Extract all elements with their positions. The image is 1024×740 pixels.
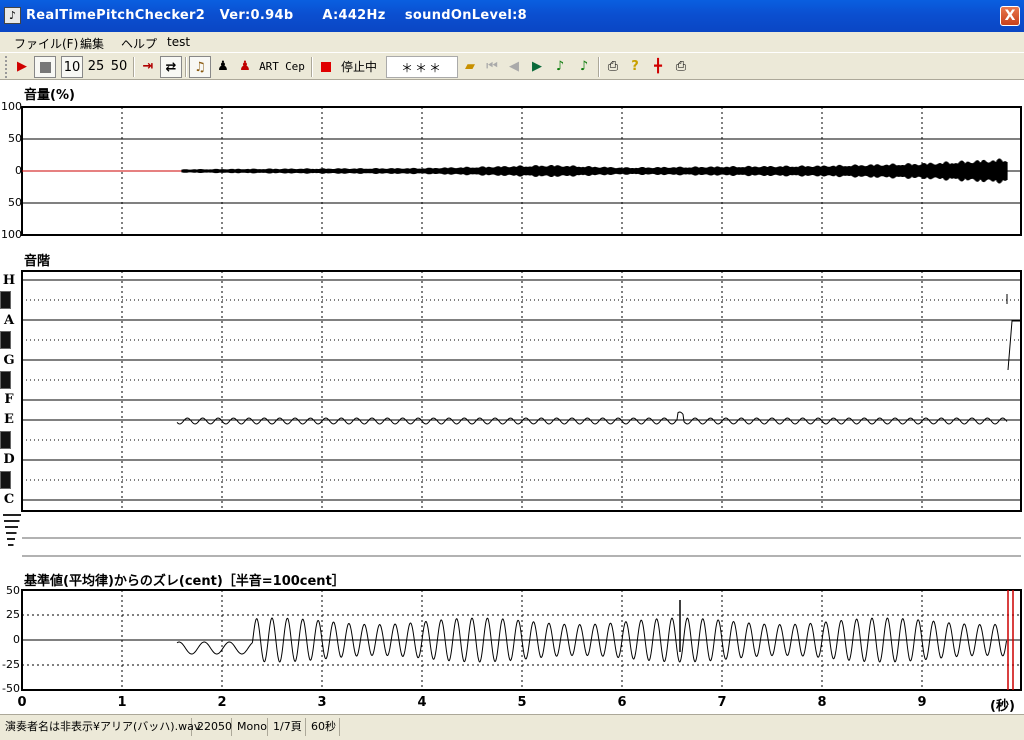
lane-marker [7,538,15,540]
x-tick: 1 [117,695,127,710]
x-tick: 0 [17,695,27,710]
x-tick: 6 [617,695,627,710]
x-tick: 3 [317,695,327,710]
x-tick: 8 [817,695,827,710]
lane-marker [8,544,14,546]
x-tick: 4 [417,695,427,710]
status-file: 演奏者名は非表示¥アリア(バッハ).wav [2,718,200,736]
lane-marker [3,514,21,516]
x-tick: 2 [217,695,227,710]
lane-marker [6,532,17,534]
status-channels: Mono [234,718,268,736]
status-duration: 60秒 [308,718,340,736]
x-tick: 7 [717,695,727,710]
x-tick: 9 [917,695,927,710]
x-axis-unit: (秒) [990,699,1015,714]
lane-marker [4,520,20,522]
status-sample-rate: 22050 [194,718,232,736]
x-tick: 5 [517,695,527,710]
plot-area[interactable] [0,0,1024,714]
status-bar: 演奏者名は非表示¥アリア(バッハ).wav 22050 Mono 1/7頁 60… [0,714,1024,740]
status-page: 1/7頁 [270,718,306,736]
lane-marker [5,526,18,528]
